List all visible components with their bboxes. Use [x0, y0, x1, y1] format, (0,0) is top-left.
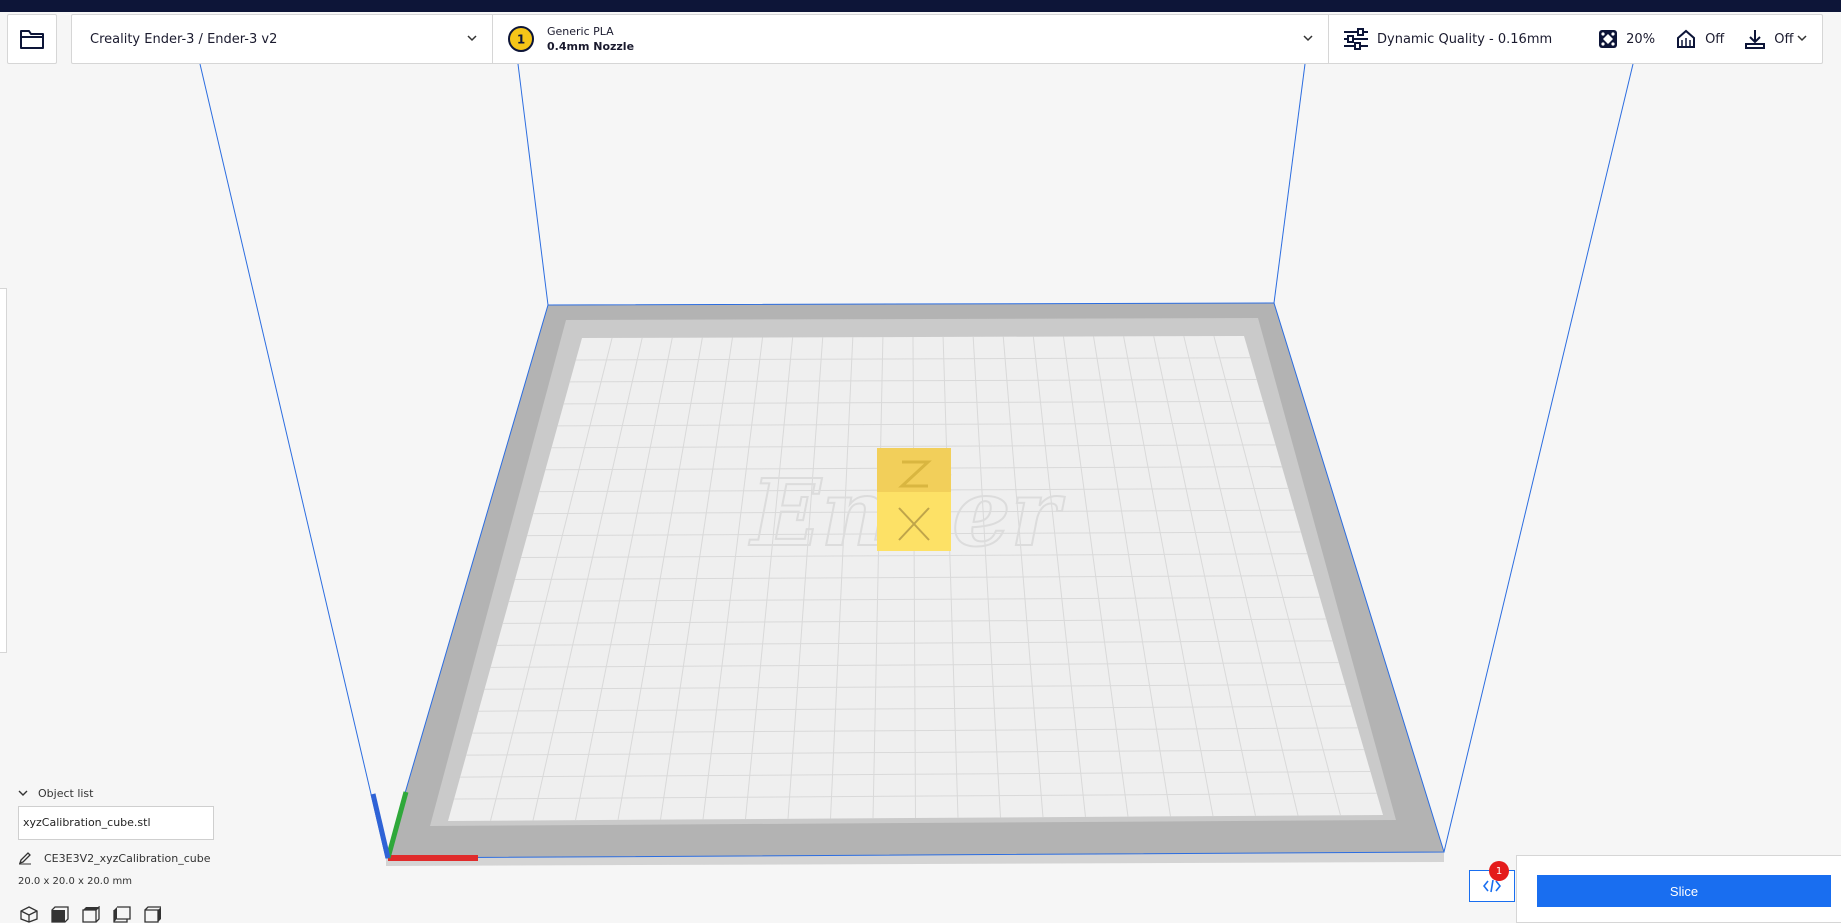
material-name: Generic PLA — [547, 25, 614, 38]
build-volume-edge-left — [199, 63, 387, 859]
support-icon — [1677, 29, 1696, 48]
view-left-icon[interactable] — [113, 906, 131, 923]
title-strip — [0, 0, 1841, 12]
nozzle-size: 0.4mm Nozzle — [547, 40, 635, 53]
adhesion-value: Off — [1774, 31, 1794, 47]
object-name-row[interactable]: CE3E3V2_xyzCalibration_cube — [18, 850, 238, 866]
open-file-button[interactable] — [7, 14, 57, 64]
object-dimensions: 20.0 x 20.0 x 20.0 mm — [18, 876, 133, 887]
infill-value: 20% — [1626, 31, 1656, 47]
build-volume-edge-back-right — [1273, 63, 1306, 304]
view-top-icon[interactable] — [82, 906, 100, 923]
support-value: Off — [1705, 31, 1725, 47]
chevron-down-icon — [18, 790, 28, 796]
object-list-panel: Object list xyzCalibration_cube.stl CE3E… — [18, 784, 238, 887]
printer-selector[interactable]: Creality Ender-3 / Ender-3 v2 — [72, 15, 492, 63]
view-right-icon[interactable] — [144, 906, 162, 923]
build-volume-edge-back-left — [517, 63, 549, 306]
view-front-icon[interactable] — [51, 906, 69, 923]
top-toolbar: Creality Ender-3 / Ender-3 v2 1 Generic … — [71, 14, 1823, 64]
tool-panel-collapsed[interactable] — [0, 288, 7, 653]
chevron-down-icon — [467, 35, 477, 42]
object-name: CE3E3V2_xyzCalibration_cube — [44, 851, 211, 865]
calibration-cube-model[interactable] — [877, 448, 951, 551]
view-3d-icon[interactable] — [20, 906, 38, 923]
build-volume-edge-right — [1443, 63, 1634, 853]
material-selector[interactable]: 1 Generic PLA 0.4mm Nozzle — [492, 15, 1328, 63]
object-list-item[interactable]: xyzCalibration_cube.stl — [18, 806, 214, 840]
print-settings-selector[interactable]: Dynamic Quality - 0.16mm 20% Off Off — [1328, 15, 1822, 63]
extruder-icon: 1 — [508, 26, 534, 52]
code-icon — [1483, 879, 1501, 893]
infill-icon — [1599, 30, 1618, 48]
chevron-down-icon — [1303, 35, 1313, 42]
chevron-down-icon — [1797, 35, 1807, 42]
pencil-icon — [18, 852, 31, 865]
folder-icon — [20, 30, 44, 49]
object-list-title: Object list — [38, 786, 94, 800]
view-orientation-toolbar — [20, 906, 175, 923]
axis-z — [370, 793, 391, 859]
printer-name: Creality Ender-3 / Ender-3 v2 — [90, 31, 278, 47]
message-count-badge[interactable]: 1 — [1489, 861, 1509, 881]
build-volume-viewport[interactable]: Ender — [0, 0, 1841, 923]
adhesion-icon — [1745, 30, 1766, 49]
quality-profile: Dynamic Quality - 0.16mm — [1377, 31, 1553, 47]
object-list-toggle[interactable]: Object list — [18, 784, 238, 802]
sliders-icon — [1344, 28, 1368, 50]
slice-button[interactable]: Slice — [1537, 875, 1831, 907]
svg-text:1: 1 — [517, 33, 525, 47]
action-panel: Slice — [1516, 855, 1841, 923]
